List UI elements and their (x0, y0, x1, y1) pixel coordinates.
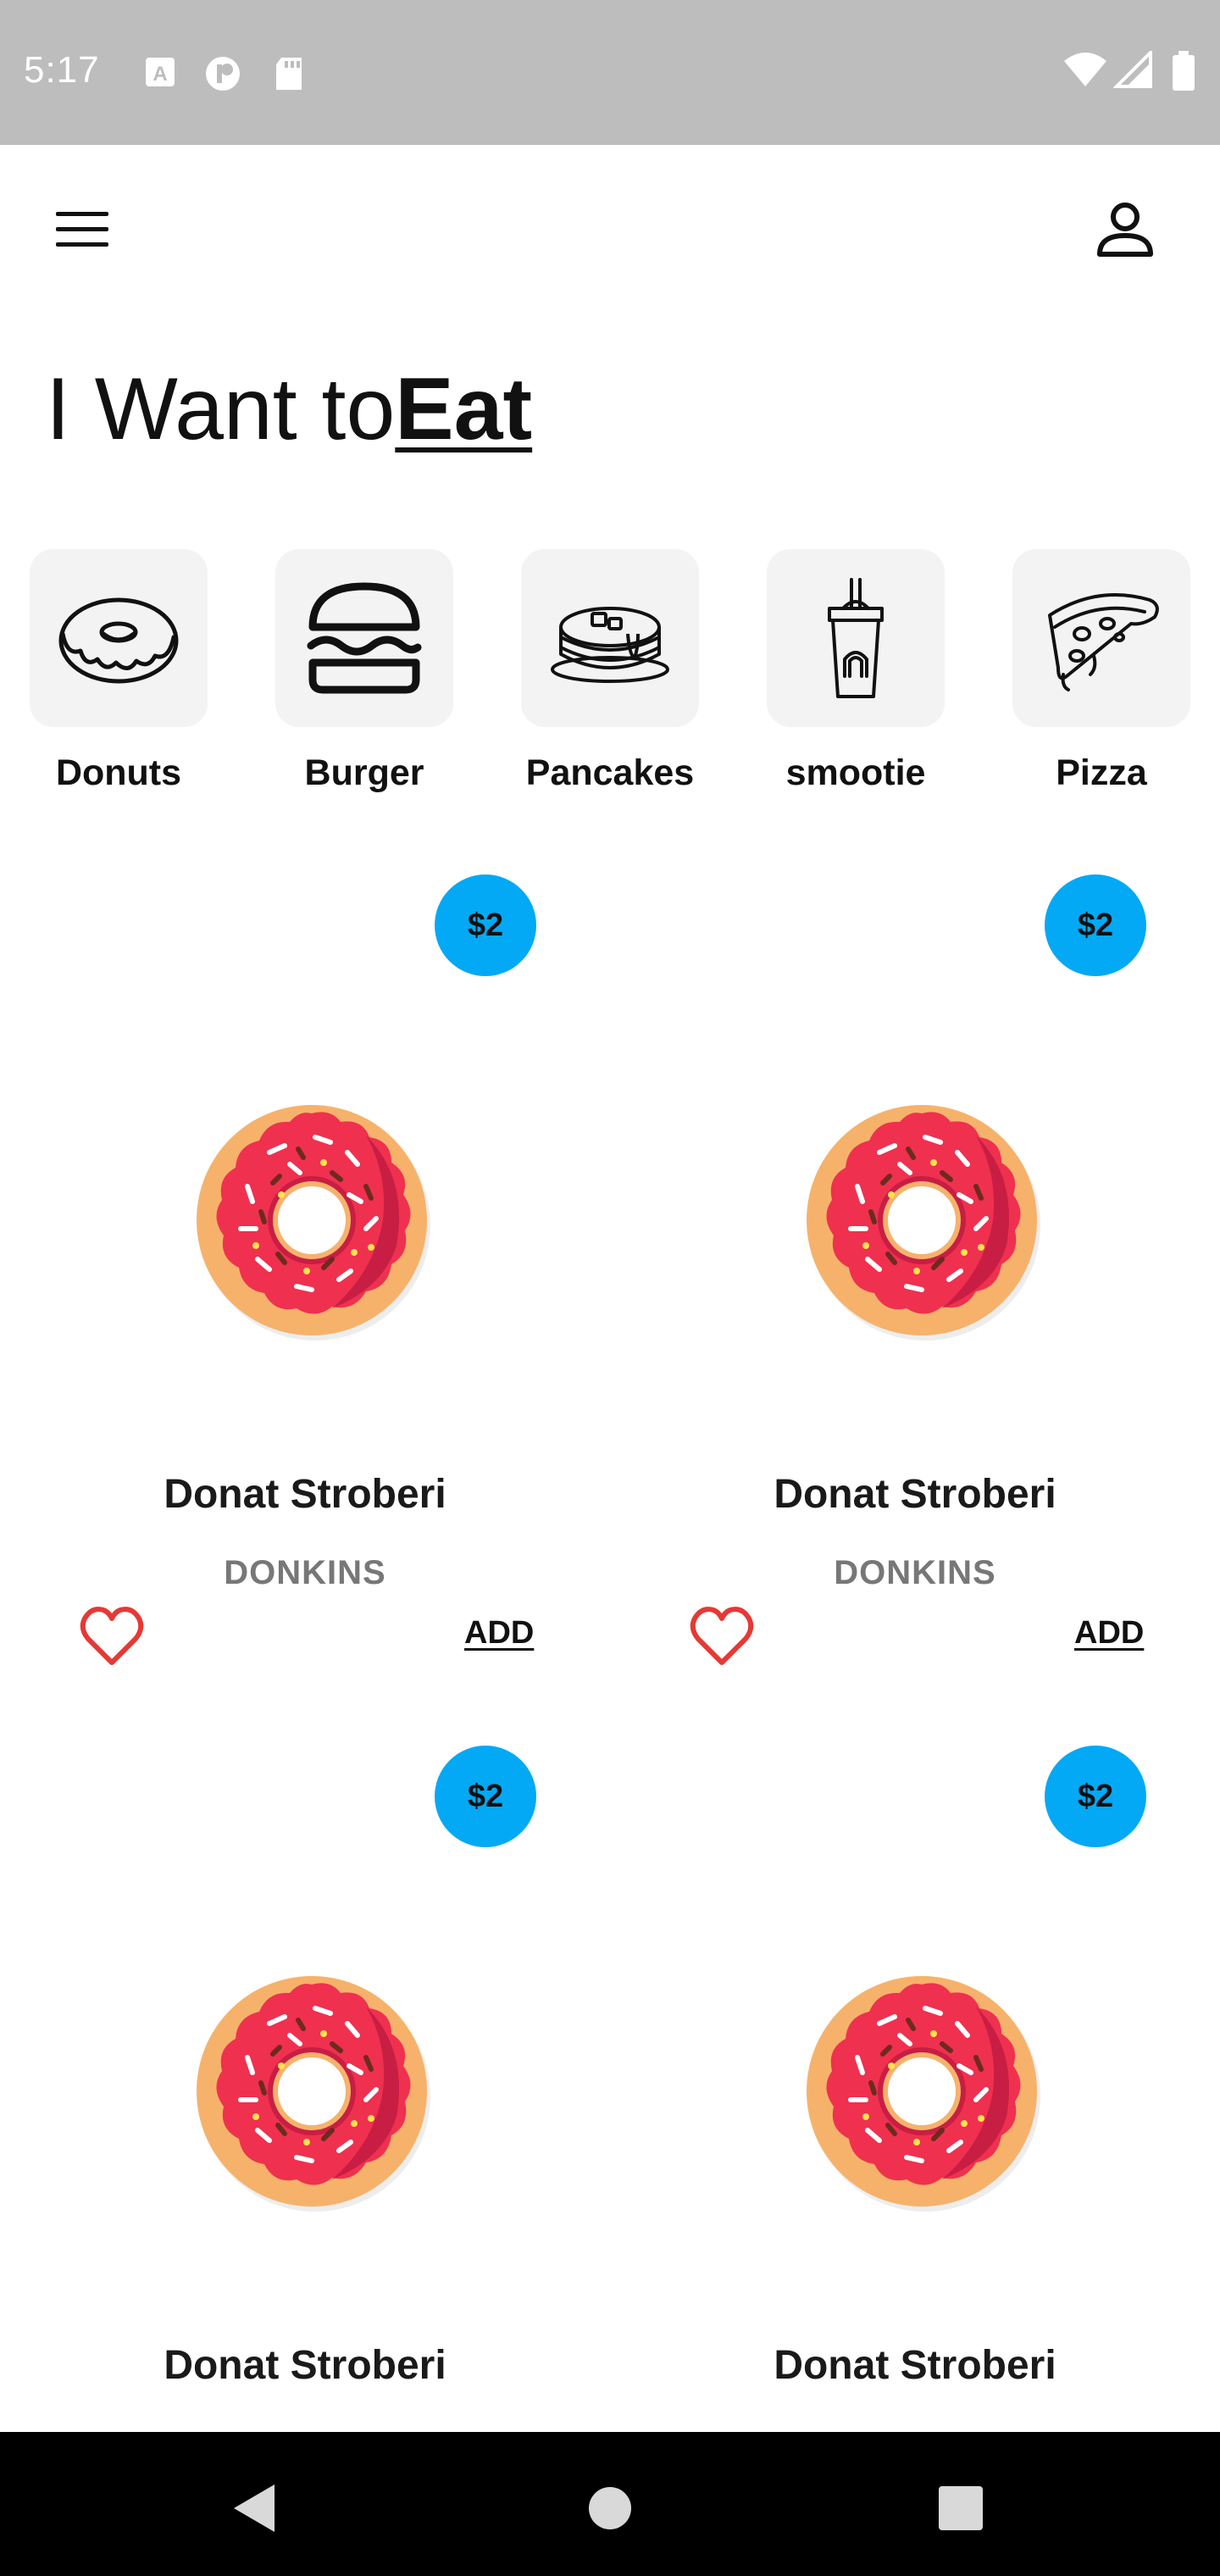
category-donuts[interactable]: Donuts (30, 549, 208, 793)
hamburger-menu-icon (56, 212, 108, 216)
add-button[interactable]: ADD (1074, 1615, 1144, 1652)
menu-button[interactable] (47, 202, 119, 261)
wifi-icon (1062, 51, 1108, 92)
battery-icon (1171, 51, 1196, 96)
home-button[interactable] (568, 2466, 652, 2551)
home-icon (589, 2487, 631, 2529)
recents-button[interactable] (918, 2466, 1003, 2551)
svg-text:A: A (152, 63, 167, 86)
category-tile (275, 549, 453, 727)
hamburger-line (56, 227, 108, 231)
pizza-icon (1048, 593, 1159, 691)
category-tile (1012, 549, 1190, 727)
category-tile (767, 549, 945, 727)
category-label: Donuts (55, 752, 182, 793)
product-name: Donat Stroberi (164, 1472, 446, 1517)
donut-image (807, 1102, 1047, 1347)
page-title: I Want toEat (46, 354, 532, 464)
heart-outline-icon (688, 1603, 756, 1668)
donut-image (807, 1973, 1047, 2218)
category-smoothie[interactable]: smootie (767, 549, 945, 793)
donut-icon (58, 597, 179, 684)
product-card[interactable]: $2 Donat Stroberi (34, 1735, 576, 2430)
back-icon (234, 2484, 274, 2532)
status-bar: 5:17 A (0, 0, 1220, 145)
category-pizza[interactable]: Pizza (1012, 549, 1190, 793)
donut-image (197, 1102, 437, 1347)
category-burger[interactable]: Burger (275, 549, 453, 793)
product-name: Donat Stroberi (774, 1472, 1056, 1517)
category-tile (30, 549, 208, 727)
profile-button[interactable] (1093, 198, 1157, 263)
status-time: 5:17 (24, 49, 100, 91)
product-name: Donat Stroberi (774, 2343, 1056, 2388)
a-icon: A (144, 56, 176, 92)
circle-p-icon (202, 56, 244, 96)
price-badge: $2 (1045, 1746, 1146, 1847)
signal-icon (1112, 48, 1152, 92)
category-label: smootie (785, 752, 926, 793)
pancakes-icon (551, 607, 669, 683)
system-nav-bar (0, 2432, 1220, 2576)
product-name: Donat Stroberi (164, 2343, 446, 2388)
back-button[interactable] (212, 2466, 297, 2551)
price-badge: $2 (435, 874, 536, 976)
product-brand: DONKINS (834, 1554, 996, 1591)
price-badge: $2 (435, 1746, 536, 1847)
heart-outline-icon (78, 1603, 146, 1668)
product-card[interactable]: $2 Donat Stroberi (644, 1735, 1186, 2430)
category-label: Pizza (1056, 752, 1147, 793)
category-pancakes[interactable]: Pancakes (521, 549, 699, 793)
sd-card-icon (273, 56, 305, 96)
favorite-button[interactable] (78, 1603, 146, 1668)
category-tile (521, 549, 699, 727)
person-icon (1097, 203, 1153, 257)
hamburger-line (56, 242, 108, 247)
donut-image (197, 1973, 437, 2218)
product-brand: DONKINS (224, 1554, 386, 1591)
price-badge: $2 (1045, 874, 1146, 976)
smoothie-icon (828, 578, 884, 698)
category-label: Burger (304, 752, 424, 793)
title-part2: Eat (395, 360, 533, 458)
product-card[interactable]: $2 Donat Stroberi DONKINS ADD (644, 864, 1186, 1695)
title-part1: I Want to (46, 360, 396, 458)
add-button[interactable]: ADD (464, 1615, 534, 1652)
favorite-button[interactable] (688, 1603, 756, 1668)
category-label: Pancakes (525, 752, 695, 793)
product-card[interactable]: $2 Donat Stroberi DONKINS ADD (34, 864, 576, 1695)
recents-icon (939, 2486, 983, 2530)
burger-icon (307, 582, 422, 694)
